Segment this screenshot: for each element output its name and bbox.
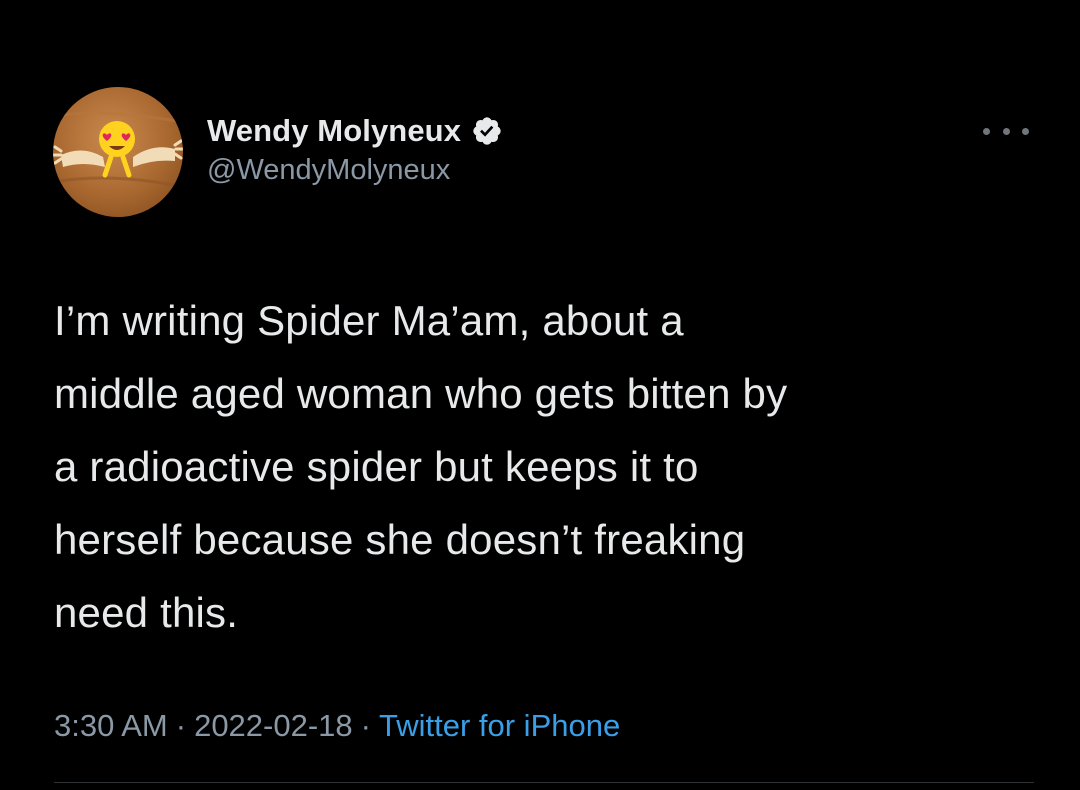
tweet-meta: 3:30 AM · 2022-02-18 · Twitter for iPhone [54, 708, 620, 744]
author-display-name[interactable]: Wendy Molyneux [207, 113, 461, 149]
more-dots-icon [1002, 127, 1010, 135]
tweet-time[interactable]: 3:30 AM [54, 708, 168, 743]
verified-badge-icon [473, 117, 501, 145]
meta-separator: · [360, 708, 371, 743]
tweet-date[interactable]: 2022-02-18 [194, 708, 353, 743]
tweet-source-link[interactable]: Twitter for iPhone [379, 708, 620, 743]
heart-eyes-emoji-hug-icon [53, 111, 183, 189]
author-handle[interactable]: @WendyMolyneux [207, 154, 503, 187]
more-dots-icon [983, 127, 990, 135]
tweet-text: I’m writing Spider Ma’am, about a middle… [54, 297, 788, 636]
meta-separator: · [175, 708, 187, 743]
divider [54, 782, 1034, 783]
more-dots-icon [1022, 127, 1029, 135]
author-block: Wendy Molyneux @WendyMolyneux [207, 110, 503, 187]
avatar[interactable] [53, 87, 183, 217]
tweet-card: Wendy Molyneux @WendyMolyneux I’m writin… [0, 0, 1080, 790]
name-row: Wendy Molyneux [207, 110, 503, 152]
more-options-button[interactable] [983, 118, 1029, 144]
